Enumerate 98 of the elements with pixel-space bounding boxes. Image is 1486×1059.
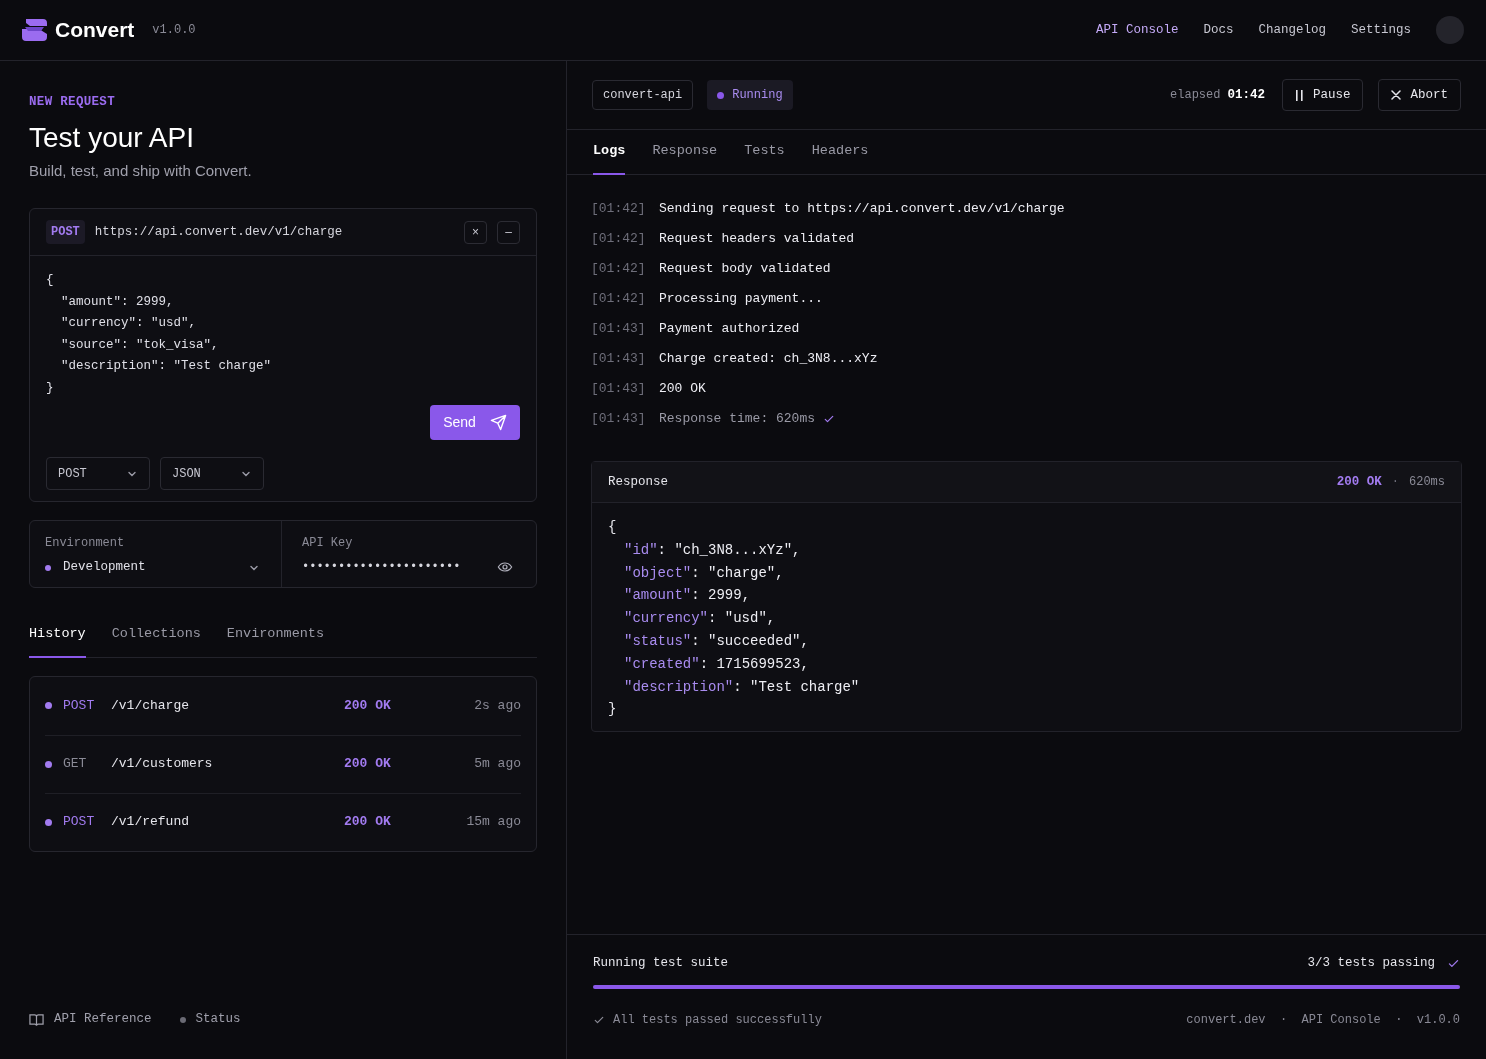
test-suite-label: Running test suite [593,955,729,972]
nav-link[interactable]: Changelog [1258,20,1326,40]
method-label: POST [63,813,96,832]
log-timestamp: [01:43] [591,380,647,398]
close-icon [1391,90,1402,100]
log-message: Response time: 620ms [659,410,816,428]
code-line: { [608,518,618,537]
log-timestamp: [01:43] [591,350,647,368]
send-button[interactable]: Send [430,405,520,441]
log-message: Request body validated [659,260,831,278]
log-timestamp: [01:43] [591,410,647,428]
logo-icon [22,19,47,41]
path-label: /v1/refund [111,813,190,832]
footer-link[interactable]: Status [179,1010,241,1029]
separator-dot: · [1391,474,1399,491]
log-timestamp: [01:42] [591,230,647,248]
url-field[interactable]: https://api.convert.dev/v1/charge [94,222,343,242]
send-icon [489,414,507,432]
nav-link[interactable]: Docs [1203,20,1234,40]
time-label: 5m ago [474,755,521,774]
project-tag: convert-api [592,80,694,110]
log-message: Request headers validated [659,230,855,248]
history-row[interactable]: POST /v1/charge 200 OK 2s ago [45,676,521,735]
history-tab[interactable]: History [29,624,86,658]
json-key: "created" [624,655,700,672]
json-value: : "Test charge" [733,678,860,695]
brand-name: Convert [55,17,135,44]
path-label: /v1/charge [111,696,190,715]
request-body-editor[interactable]: { "amount": 2999, "currency": "usd", "source": "tok_visa", "description": "Test charge" } [46,270,520,400]
method-badge: POST [46,220,85,245]
api-key-field[interactable]: •••••••••••••••••••••• [302,558,461,577]
history-row[interactable]: GET /v1/customers 200 OK 5m ago [45,734,521,793]
time-label: 15m ago [466,813,521,832]
json-value: : "succeeded", [691,633,809,649]
dropdown-select[interactable]: JSON [160,457,264,491]
page-title: Test your API [29,120,195,155]
json-key: "id" [624,541,658,558]
json-key: "amount" [624,587,692,604]
close-button[interactable]: × [464,220,487,244]
book-icon [29,1012,44,1027]
json-value: : "charge", [691,564,784,581]
nav-link[interactable]: Settings [1351,20,1411,40]
time-label: 2s ago [474,696,521,715]
json-key: "status" [624,633,692,649]
test-result-message: All tests passed successfully [613,1011,822,1029]
minimize-button[interactable]: – [497,220,520,244]
json-key: "object" [624,564,692,581]
history-tab[interactable]: Collections [111,624,201,658]
history-row[interactable]: POST /v1/refund 200 OK 15m ago [45,792,521,851]
dropdown-select[interactable]: POST [46,457,150,491]
panel-tab[interactable]: Tests [744,140,785,175]
status-label: 200 OK [344,755,391,774]
code-line: } [608,700,618,720]
page-subtitle: Build, test, and ship with Convert. [29,160,253,181]
response-status: 200 OK [1336,473,1382,491]
elapsed-label: elapsed [1170,87,1221,104]
environment-select[interactable]: Development [45,558,266,577]
version-label: v1.0.0 [152,22,196,39]
log-timestamp: [01:42] [591,290,647,308]
eyebrow-label: NEW REQUEST [29,94,116,111]
running-indicator-icon [717,91,725,99]
panel-tab[interactable]: Logs [593,140,626,175]
log-timestamp: [01:42] [591,260,647,278]
abort-button[interactable]: Abort [1378,79,1461,111]
history-tab[interactable]: Environments [226,624,325,658]
panel-tab[interactable]: Headers [811,140,869,175]
footer-meta: convert.dev · API Console · v1.0.0 [1186,1011,1460,1029]
method-label: GET [63,755,88,774]
status-label: 200 OK [344,696,391,715]
path-label: /v1/customers [111,755,214,774]
status-label: 200 OK [344,813,391,832]
log-message: Payment authorized [659,320,800,338]
log-timestamp: [01:42] [591,200,647,218]
log-message: Processing payment... [659,290,823,308]
pause-icon [1294,89,1304,101]
field-label: Environment [45,535,126,553]
test-count: 3/3 tests passing [1307,955,1435,972]
method-label: POST [63,696,96,715]
panel-tab[interactable]: Response [652,140,718,175]
json-key: "currency" [624,610,708,627]
response-time: 620ms [1409,474,1445,491]
footer-link[interactable]: API Reference [29,1010,152,1029]
elapsed-time: 01:42 [1227,86,1265,104]
field-label: API Key [302,535,354,553]
json-key: "description" [624,678,734,695]
json-value: : 1715699523, [699,655,809,672]
nav-link[interactable]: API Console [1095,20,1179,40]
response-title: Response [608,473,668,491]
log-message: Charge created: ch_3N8...xYz [659,350,878,368]
json-value: : "ch_3N8...xYz", [657,541,801,558]
log-message: Sending request to https://api.convert.dev/v1/charge [659,200,1065,218]
pause-button[interactable]: Pause [1281,79,1364,111]
status-badge: Running [707,80,793,110]
check-icon [823,413,836,425]
json-value: : "usd", [708,610,776,627]
log-timestamp: [01:43] [591,320,647,338]
json-value: : 2999, [691,587,751,604]
log-message: 200 OK [659,380,706,398]
